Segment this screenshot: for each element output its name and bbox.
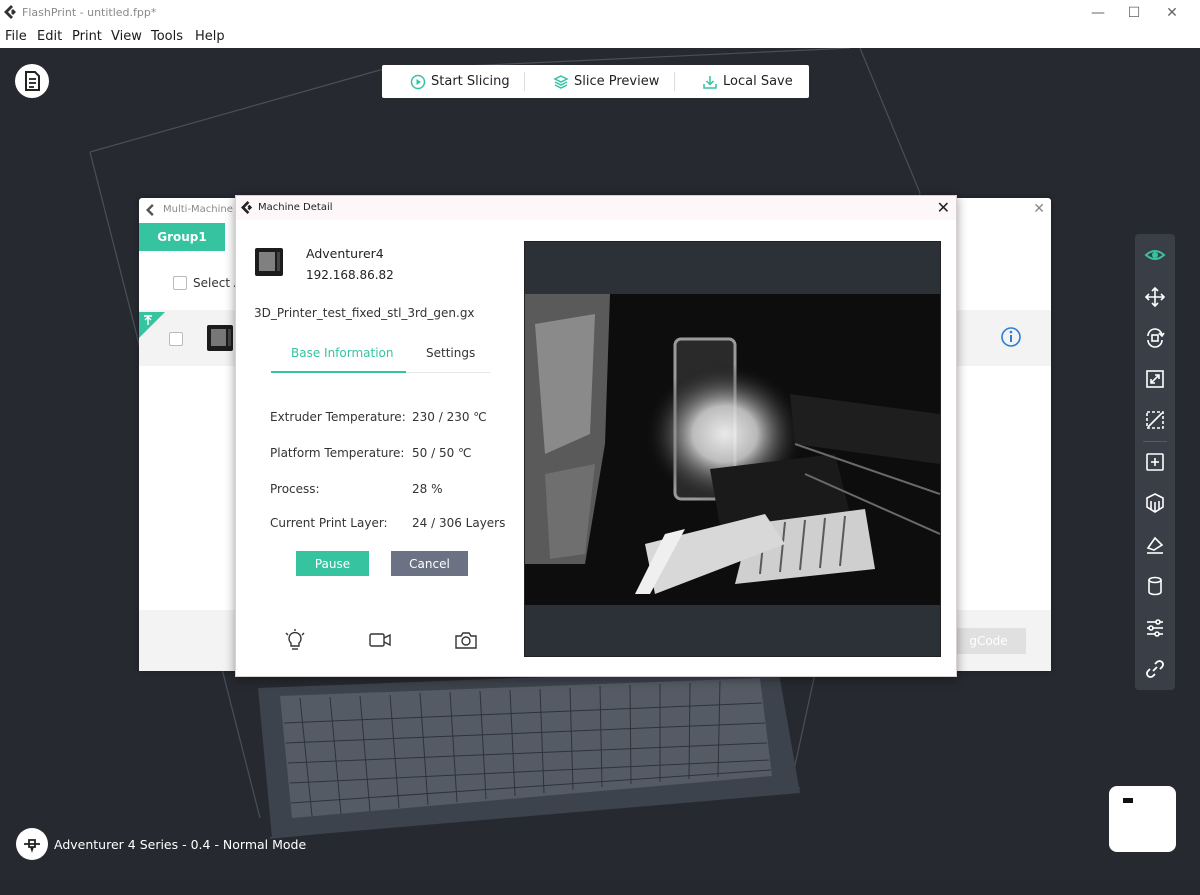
document-icon: [25, 71, 40, 91]
pause-label: Pause: [314, 556, 351, 571]
camera-view: [524, 241, 941, 657]
link-icon[interactable]: [1144, 658, 1166, 680]
settings-sliders-icon[interactable]: [1144, 617, 1166, 639]
menu-help[interactable]: Help: [195, 29, 225, 44]
select-all-checkbox[interactable]: Select A: [173, 276, 242, 290]
supports-icon[interactable]: [1144, 492, 1166, 514]
printer-nozzle-icon: [16, 828, 48, 860]
rotate-icon[interactable]: [1144, 327, 1166, 349]
platform-temp-value: 50 / 50 ℃: [412, 446, 472, 460]
cancel-button[interactable]: Cancel: [391, 551, 468, 576]
gcode-button[interactable]: gCode: [951, 628, 1026, 654]
cut-icon[interactable]: [1144, 409, 1166, 431]
extruder-temp-label: Extruder Temperature:: [270, 410, 406, 424]
local-save-button[interactable]: Local Save: [702, 65, 793, 98]
window-title: FlashPrint - untitled.fpp*: [22, 6, 157, 19]
tab-base-information[interactable]: Base Information: [291, 346, 394, 360]
menu-tools[interactable]: Tools: [151, 29, 183, 44]
current-layer-value: 24 / 306 Layers: [412, 516, 506, 530]
menu-file[interactable]: File: [5, 29, 27, 44]
tab-settings[interactable]: Settings: [426, 346, 475, 360]
toolbar-divider: [524, 72, 525, 91]
slice-preview-label: Slice Preview: [574, 74, 660, 89]
machine-mode-text: Adventurer 4 Series - 0.4 - Normal Mode: [54, 836, 307, 852]
video-camera-icon[interactable]: [368, 628, 392, 652]
cylinder-icon[interactable]: [1144, 575, 1166, 597]
start-slicing-button[interactable]: Start Slicing: [410, 65, 510, 98]
gcode-button-label: gCode: [969, 634, 1008, 648]
camera-icon: [1123, 798, 1133, 803]
flashprint-logo-icon: [4, 5, 16, 19]
machine-name: Adventurer4: [306, 246, 384, 261]
machine-detail-body: Adventurer4 192.168.86.82 3D_Printer_tes…: [236, 220, 956, 676]
group-tab-label: Group1: [157, 230, 207, 244]
machine-detail-close-button[interactable]: ✕: [937, 198, 950, 217]
toolbar-divider: [674, 72, 675, 91]
start-slicing-label: Start Slicing: [431, 74, 510, 89]
tab-group1[interactable]: Group1: [139, 223, 225, 251]
print-file-name: 3D_Printer_test_fixed_stl_3rd_gen.gx: [254, 306, 475, 320]
panel-divider: [1143, 441, 1167, 442]
document-button[interactable]: [15, 64, 49, 98]
printer-thumbnail-icon: [255, 248, 283, 276]
process-value: 28 %: [412, 482, 443, 496]
machine-detail-title: Machine Detail: [258, 202, 333, 213]
process-label: Process:: [270, 482, 320, 496]
pause-button[interactable]: Pause: [296, 551, 369, 576]
menu-bar: File Edit Print View Tools Help: [0, 26, 1200, 48]
build-plate: [258, 668, 800, 838]
close-window-button[interactable]: ✕: [1162, 3, 1182, 23]
flashprint-logo-icon: [241, 201, 253, 214]
multi-machine-title: Multi-Machine C: [163, 204, 244, 215]
eye-icon[interactable]: [1144, 244, 1166, 266]
layers-icon: [553, 74, 569, 89]
title-bar: FlashPrint - untitled.fpp* — ☐ ✕: [0, 0, 1200, 26]
top-toolbar: Start Slicing Slice Preview Local Save: [382, 65, 809, 98]
camera-feed-image: [525, 294, 940, 605]
play-circle-icon: [410, 74, 426, 89]
maximize-button[interactable]: ☐: [1124, 3, 1144, 23]
active-tab-indicator: [271, 371, 406, 373]
add-object-icon[interactable]: [1144, 451, 1166, 473]
multi-machine-close-button[interactable]: ✕: [1033, 201, 1045, 217]
pin-top-icon[interactable]: [139, 312, 165, 338]
download-icon: [703, 75, 717, 89]
paint-icon[interactable]: [1144, 534, 1166, 556]
right-tool-panel: [1135, 234, 1175, 690]
menu-edit[interactable]: Edit: [37, 29, 62, 44]
minimize-button[interactable]: —: [1088, 3, 1108, 23]
move-icon[interactable]: [1144, 286, 1166, 308]
current-layer-label: Current Print Layer:: [270, 516, 388, 530]
slice-preview-button[interactable]: Slice Preview: [553, 65, 659, 98]
platform-temp-label: Platform Temperature:: [270, 446, 405, 460]
machine-detail-dialog: Machine Detail ✕ Adventurer4 192.168.86.…: [235, 195, 957, 677]
menu-print[interactable]: Print: [72, 29, 102, 44]
light-bulb-icon[interactable]: [283, 628, 307, 652]
machine-row-checkbox[interactable]: [169, 332, 183, 346]
machine-status[interactable]: Adventurer 4 Series - 0.4 - Normal Mode: [16, 828, 306, 860]
snapshot-camera-icon[interactable]: [454, 628, 478, 652]
cancel-label: Cancel: [409, 556, 450, 571]
scale-icon[interactable]: [1144, 368, 1166, 390]
menu-view[interactable]: View: [111, 29, 142, 44]
camera-toggle-button[interactable]: [1109, 786, 1176, 852]
info-icon[interactable]: [1000, 326, 1022, 348]
local-save-label: Local Save: [723, 74, 793, 89]
flashprint-logo-icon: [146, 204, 154, 216]
machine-ip: 192.168.86.82: [306, 268, 394, 282]
extruder-temp-value: 230 / 230 ℃: [412, 410, 487, 424]
checkbox[interactable]: [173, 276, 187, 290]
printer-thumbnail-icon: [207, 325, 233, 351]
